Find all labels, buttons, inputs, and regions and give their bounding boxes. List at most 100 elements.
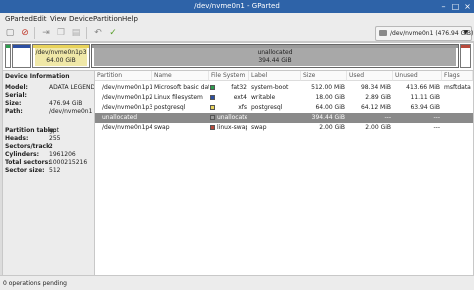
info-total-sectors: Total sectors:1000215216 [5,159,88,166]
table-row[interactable]: /dev/nvme0n1p3 postgresql xfs postgresql… [95,103,473,113]
close-icon[interactable]: × [462,1,473,12]
cell-partition: /dev/nvme0n1p2 [102,94,152,101]
fs-color-swatch [210,105,215,110]
info-size: Size: 476.94 GiB [5,100,83,107]
fs-color-bar [461,45,470,48]
cell-flags: msftdata [444,84,471,91]
paste-icon[interactable]: ▤ [70,27,82,39]
graph-segment-unallocated[interactable]: unallocated 394.44 GiB [91,44,459,68]
cell-partition: /dev/nvme0n1p1 [102,84,152,91]
cell-filesystem: ext4 [233,94,247,101]
graph-segment-p3[interactable]: /dev/nvme0n1p3 64.00 GiB [32,44,90,68]
column-header-flags[interactable]: Flags [442,71,473,81]
cell-filesystem: linux-swap [217,124,247,131]
cell-flags [444,113,473,123]
status-bar: 0 operations pending [0,275,474,290]
table-row[interactable]: /dev/nvme0n1p4 swap linux-swap swap 2.00… [95,123,473,133]
cell-unused: 11.11 GiB [410,94,440,101]
cell-flags [444,93,473,103]
apply-icon[interactable]: ✓ [107,27,119,39]
device-selector[interactable]: /dev/nvme0n1 (476.94 GiB) ▼ [375,26,474,41]
graph-segment-p4[interactable] [460,44,471,68]
cell-name [154,113,209,123]
column-header-unused[interactable]: Unused [393,71,442,81]
cell-used: 2.89 GiB [365,94,391,101]
toolbar: ▢ ⊘ ⇥ ❐ ▤ ↶ ✓ /dev/nvme0n1 (476.94 GiB) … [0,25,474,42]
cell-size: 394.44 GiB [311,114,345,121]
segment-path: /dev/nvme0n1p3 [35,49,87,56]
cell-name: Linux filesystem [154,94,203,101]
info-model: Model: ADATA LEGEND 700 [5,84,109,91]
cell-flags [444,103,473,113]
cell-label: writable [251,94,276,101]
cell-used: --- [384,114,392,121]
cell-size: 2.00 GiB [319,124,345,131]
partition-table: Partition Name File System Label Size Us… [94,70,474,276]
partition-graph: /dev/nvme0n1p3 64.00 GiB unallocated 394… [2,42,474,71]
cell-label: system-boot [251,84,289,91]
cell-name: postgresql [154,104,186,111]
cell-used: 98.34 MiB [360,84,391,91]
cell-label [251,113,301,123]
graph-segment-p2[interactable] [12,44,31,68]
column-header-name[interactable]: Name [152,71,209,81]
menu-edit[interactable]: Edit [33,15,47,23]
menu-partition[interactable]: Partition [93,15,122,23]
cell-partition: /dev/nvme0n1p4 [102,124,152,131]
column-header-used[interactable]: Used [347,71,393,81]
cell-unused: 63.94 GiB [410,104,440,111]
cell-label: swap [251,124,267,131]
fs-color-swatch [210,95,215,100]
window-title: /dev/nvme0n1 - GParted [194,2,280,10]
cell-name: swap [154,124,170,131]
graph-segment-p1[interactable] [5,44,11,68]
cell-label: postgresql [251,104,283,111]
menu-gparted[interactable]: GParted [5,15,33,23]
menu-help[interactable]: Help [122,15,138,23]
device-information-panel: Device Information Model: ADATA LEGEND 70… [2,70,109,276]
table-row-selected[interactable]: unallocated unallocated 394.44 GiB --- -… [95,113,473,123]
fs-color-swatch [210,125,215,130]
segment-label: unallocated [257,49,293,56]
menu-bar: GParted Edit View Device Partition Help [0,13,474,25]
info-partition-table: Partition table:gpt [5,127,59,134]
disk-icon [379,30,387,36]
table-row[interactable]: /dev/nvme0n1p2 Linux filesystem ext4 wri… [95,93,473,103]
column-header-partition[interactable]: Partition [95,71,152,81]
cell-used: 64.12 MiB [360,104,391,111]
cell-name: Microsoft basic data [154,84,209,91]
cell-size: 64.00 GiB [315,104,345,111]
new-partition-icon[interactable]: ▢ [4,27,16,39]
status-text: 0 operations pending [3,280,67,287]
cell-filesystem: unallocated [217,114,247,121]
info-serial: Serial: [5,92,27,99]
table-row[interactable]: /dev/nvme0n1p1 Microsoft basic data fat3… [95,83,473,93]
toolbar-separator [86,27,87,39]
menu-device[interactable]: Device [69,15,93,23]
device-info-header: Device Information [5,73,70,80]
column-header-size[interactable]: Size [301,71,347,81]
resize-move-icon[interactable]: ⇥ [40,27,52,39]
maximize-icon[interactable]: □ [450,1,461,12]
minimize-icon[interactable]: – [438,1,449,12]
cell-size: 18.00 GiB [315,94,345,101]
fs-color-swatch [210,85,215,90]
column-header-filesystem[interactable]: File System [209,71,249,81]
copy-icon[interactable]: ❐ [55,27,67,39]
cell-unused: --- [433,124,441,131]
column-header-label[interactable]: Label [249,71,301,81]
cell-used: 2.00 GiB [365,124,391,131]
cell-size: 512.00 MiB [311,84,345,91]
device-selector-label: /dev/nvme0n1 (476.94 GiB) [390,30,474,37]
info-path: Path:/dev/nvme0n1 [5,108,93,115]
cell-unused: --- [433,114,441,121]
cell-partition: /dev/nvme0n1p3 [102,104,152,111]
cell-filesystem: xfs [238,104,247,111]
info-sector-size: Sector size: 512 [5,167,61,174]
chevron-down-icon: ▼ [463,29,468,36]
fs-color-bar [13,45,30,48]
undo-icon[interactable]: ↶ [92,27,104,39]
delete-icon[interactable]: ⊘ [19,27,31,39]
menu-view[interactable]: View [50,15,67,23]
fs-color-bar [6,45,10,48]
